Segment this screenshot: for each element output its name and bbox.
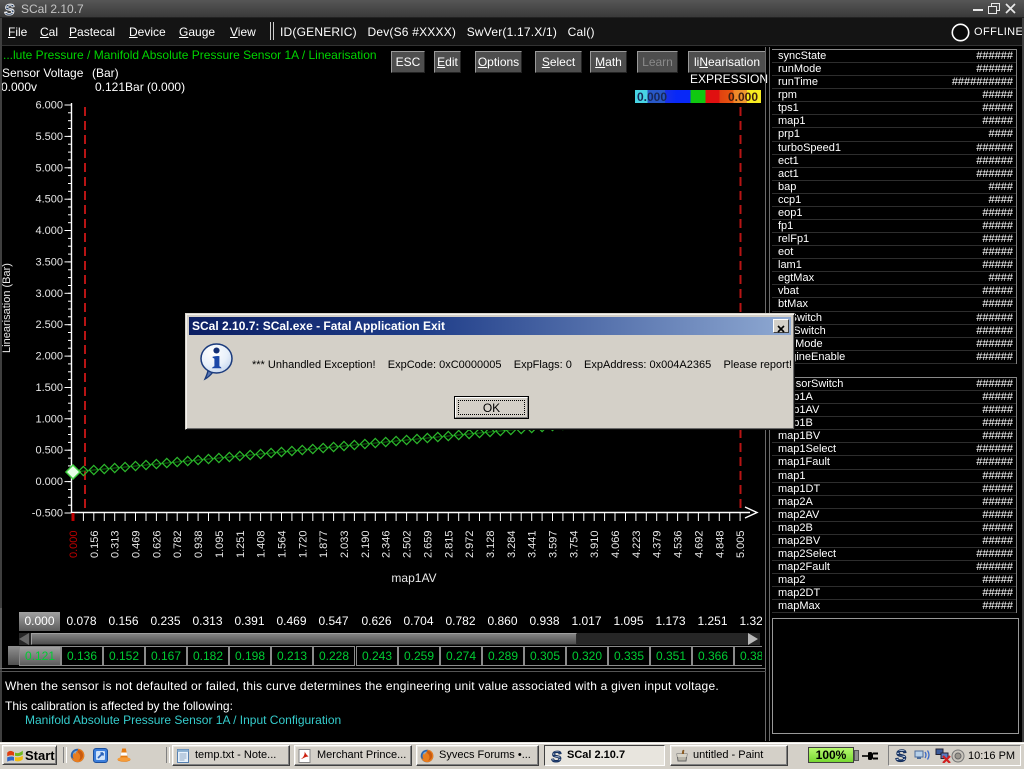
- svg-text:2.190: 2.190: [360, 530, 372, 558]
- svg-text:2.500: 2.500: [35, 319, 63, 331]
- svg-text:4.379: 4.379: [652, 530, 664, 558]
- svg-text:Linearisation (Bar): Linearisation (Bar): [1, 263, 13, 353]
- svg-text:0.500: 0.500: [35, 445, 63, 457]
- svg-text:0.156: 0.156: [89, 530, 101, 558]
- svg-text:3.128: 3.128: [485, 530, 497, 558]
- svg-text:0.626: 0.626: [151, 530, 163, 558]
- svg-text:0.313: 0.313: [110, 530, 122, 558]
- svg-text:2.502: 2.502: [402, 530, 414, 558]
- svg-text:4.500: 4.500: [35, 194, 63, 206]
- svg-text:3.441: 3.441: [527, 530, 539, 558]
- svg-text:4.692: 4.692: [693, 530, 705, 558]
- svg-text:1.251: 1.251: [235, 530, 247, 558]
- svg-text:0.469: 0.469: [131, 530, 143, 558]
- svg-text:0.782: 0.782: [172, 530, 184, 558]
- svg-text:1.720: 1.720: [297, 530, 309, 558]
- svg-text:3.597: 3.597: [548, 530, 560, 558]
- svg-text:4.000: 4.000: [35, 225, 63, 237]
- svg-text:3.284: 3.284: [506, 530, 518, 558]
- svg-text:3.910: 3.910: [589, 530, 601, 558]
- svg-text:2.033: 2.033: [339, 530, 351, 558]
- svg-text:3.754: 3.754: [568, 530, 580, 558]
- svg-text:5.000: 5.000: [35, 162, 63, 174]
- svg-text:5.005: 5.005: [735, 530, 747, 558]
- svg-text:0.000: 0.000: [68, 530, 80, 558]
- svg-text:4.848: 4.848: [714, 530, 726, 558]
- svg-text:0.938: 0.938: [193, 530, 205, 558]
- svg-text:1.408: 1.408: [256, 530, 268, 558]
- svg-text:3.500: 3.500: [35, 256, 63, 268]
- svg-text:2.815: 2.815: [443, 530, 455, 558]
- svg-text:4.536: 4.536: [673, 530, 685, 558]
- svg-text:1.000: 1.000: [35, 413, 63, 425]
- svg-text:2.659: 2.659: [422, 530, 434, 558]
- svg-text:S: S: [894, 748, 907, 763]
- svg-text:-0.500: -0.500: [32, 508, 63, 520]
- svg-text:2.972: 2.972: [464, 530, 476, 558]
- svg-text:3.000: 3.000: [35, 288, 63, 300]
- svg-text:S: S: [550, 749, 562, 763]
- svg-text:1.095: 1.095: [214, 530, 226, 558]
- svg-text:5.500: 5.500: [35, 131, 63, 143]
- svg-text:2.000: 2.000: [35, 351, 63, 363]
- svg-text:4.223: 4.223: [631, 530, 643, 558]
- svg-text:6.000: 6.000: [35, 100, 63, 112]
- svg-text:2.346: 2.346: [381, 530, 393, 558]
- svg-text:map1AV: map1AV: [391, 571, 436, 585]
- svg-text:4.066: 4.066: [610, 530, 622, 558]
- svg-text:1.500: 1.500: [35, 382, 63, 394]
- svg-text:1.877: 1.877: [318, 530, 330, 558]
- svg-text:0.000: 0.000: [35, 476, 63, 488]
- svg-text:1.564: 1.564: [277, 530, 289, 558]
